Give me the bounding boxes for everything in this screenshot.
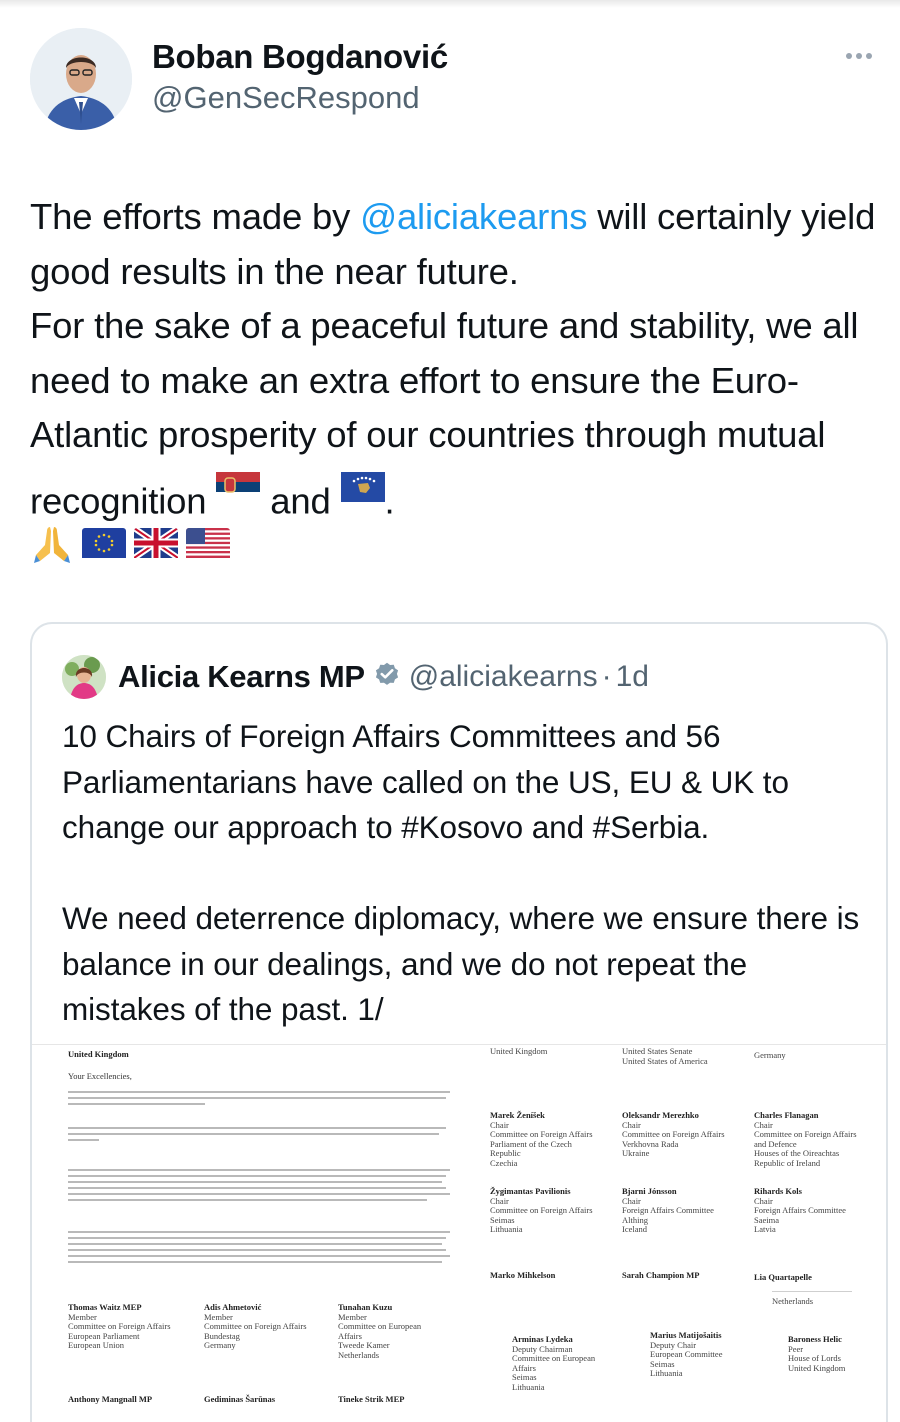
signatory-name: Tineke Strik MEP xyxy=(338,1394,405,1404)
signatory: Rihards Kols Chair Foreign Affairs Commit… xyxy=(754,1186,846,1235)
folded-hands-icon xyxy=(30,521,74,570)
signatory: Charles Flanagan Chair Committee on Forei… xyxy=(754,1110,857,1168)
tweet-text-part: For the sake of a peaceful future and st… xyxy=(30,305,859,521)
signatory-details: Member Committee on European Affairs Twe… xyxy=(338,1311,422,1360)
signatory: Bjarni Jónsson Chair Foreign Affairs Comm… xyxy=(622,1186,714,1235)
signatory-details: Chair Committee on Foreign Affairs Verkh… xyxy=(622,1119,725,1158)
tweet-text-part: and xyxy=(260,480,341,521)
signatory-details: Chair Committee on Foreign Affairs and D… xyxy=(754,1119,857,1168)
uk-flag-icon xyxy=(134,527,178,563)
author-name[interactable]: Boban Bogdanović xyxy=(152,36,448,78)
signatory: Oleksandr Merezhko Chair Committee on For… xyxy=(622,1110,725,1159)
letter-paragraph xyxy=(68,1091,458,1109)
signatory-name: Marko Mihkelson xyxy=(490,1270,556,1280)
signatory: Sarah Champion MP xyxy=(622,1270,700,1281)
signatory-name: Lia Quartapelle xyxy=(754,1272,812,1282)
signature-rule xyxy=(772,1291,852,1292)
right-header-cell: Germany xyxy=(754,1050,786,1060)
more-options-icon[interactable] xyxy=(846,48,886,64)
right-header-cell: United States Senate United States of Am… xyxy=(622,1046,708,1066)
letter-left-header: United Kingdom xyxy=(68,1049,129,1059)
signatory-name: Anthony Mangnall MP xyxy=(68,1394,153,1404)
letter-page-right: United Kingdom United States Senate Unit… xyxy=(482,1045,882,1422)
signatory: Gediminas Šarūnas xyxy=(204,1394,276,1405)
signatory: Žygimantas Pavilionis Chair Committee on … xyxy=(490,1186,593,1235)
letter-paragraph xyxy=(68,1169,458,1205)
signatory: Baroness Helic Peer House of Lords United… xyxy=(788,1334,846,1373)
quoted-author-avatar[interactable] xyxy=(62,655,106,699)
eu-flag-icon xyxy=(82,527,126,563)
signatory: Tineke Strik MEP xyxy=(338,1394,405,1405)
author-avatar[interactable] xyxy=(30,28,132,130)
us-flag-icon xyxy=(186,527,230,563)
tweet-text: The efforts made by @aliciakearns will c… xyxy=(30,190,890,529)
signatory: Marek Ženíšek Chair Committee on Foreign … xyxy=(490,1110,593,1168)
quoted-author-handle[interactable]: @aliciakearns xyxy=(409,660,598,694)
quoted-timestamp[interactable]: 1d xyxy=(616,660,649,694)
signatory-details: Chair Committee on Foreign Affairs Parli… xyxy=(490,1119,593,1168)
mention-link[interactable]: @aliciakearns xyxy=(360,196,587,237)
letter-page-left: United Kingdom Your Excellencies, Thomas… xyxy=(46,1045,466,1422)
signatory-details: Chair Foreign Affairs Committee Saeima L… xyxy=(754,1195,846,1234)
previous-tweet-edge xyxy=(0,0,900,8)
signatory: Anthony Mangnall MP xyxy=(68,1394,153,1405)
serbia-flag-icon xyxy=(216,463,261,518)
signatory-name: Sarah Champion MP xyxy=(622,1270,700,1280)
attached-letter-image[interactable]: United Kingdom Your Excellencies, Thomas… xyxy=(32,1044,886,1422)
letter-paragraph xyxy=(68,1231,458,1267)
author-block: Boban Bogdanović @GenSecRespond xyxy=(152,36,448,118)
signatory-details: Chair Foreign Affairs Committee Althing … xyxy=(622,1195,714,1234)
quoted-author-name[interactable]: Alicia Kearns MP xyxy=(118,659,365,695)
signatory: Thomas Waitz MEP Member Committee on Fore… xyxy=(68,1302,171,1351)
signatory: Tunahan Kuzu Member Committee on European… xyxy=(338,1302,422,1360)
emoji-line xyxy=(30,520,230,570)
signatory-details: Peer House of Lords United Kingdom xyxy=(788,1343,846,1373)
letter-salutation: Your Excellencies, xyxy=(68,1071,132,1081)
verified-badge-icon xyxy=(373,661,401,694)
signatory: Marko Mihkelson xyxy=(490,1270,556,1281)
quoted-tweet-header: Alicia Kearns MP @aliciakearns · 1d xyxy=(62,652,649,702)
signatory: Lia Quartapelle xyxy=(754,1272,812,1283)
signatory-details: Chair Committee on Foreign Affairs Seima… xyxy=(490,1195,593,1234)
kosovo-flag-icon xyxy=(340,463,385,518)
signatory-details: Deputy Chair European Committee Seimas L… xyxy=(650,1339,723,1378)
tweet-text-part: The efforts made by xyxy=(30,196,361,237)
signatory-details: Member Committee on Foreign Affairs Euro… xyxy=(68,1311,171,1350)
tweet-text-part: . xyxy=(384,480,395,521)
signatory: Arminas Lydeka Deputy Chairman Committee … xyxy=(512,1334,596,1392)
signatory-name: Gediminas Šarūnas xyxy=(204,1394,276,1404)
separator-dot: · xyxy=(601,660,612,693)
signatory-details: Deputy Chairman Committee on European Af… xyxy=(512,1343,596,1392)
quoted-tweet-text: 10 Chairs of Foreign Affairs Committees … xyxy=(62,718,860,1027)
letter-paragraph xyxy=(68,1127,458,1145)
signatory-details: Member Committee on Foreign Affairs Bund… xyxy=(204,1311,307,1350)
author-handle[interactable]: @GenSecRespond xyxy=(152,78,448,118)
signatory: Marius Matijošaitis Deputy Chair European… xyxy=(650,1330,723,1379)
signatory: Adis Ahmetović Member Committee on Foreig… xyxy=(204,1302,307,1351)
quoted-tweet-card[interactable]: Alicia Kearns MP @aliciakearns · 1d 10 C… xyxy=(30,622,888,1422)
signatory-details: Netherlands xyxy=(772,1296,814,1306)
right-header-cell: United Kingdom xyxy=(490,1046,548,1056)
